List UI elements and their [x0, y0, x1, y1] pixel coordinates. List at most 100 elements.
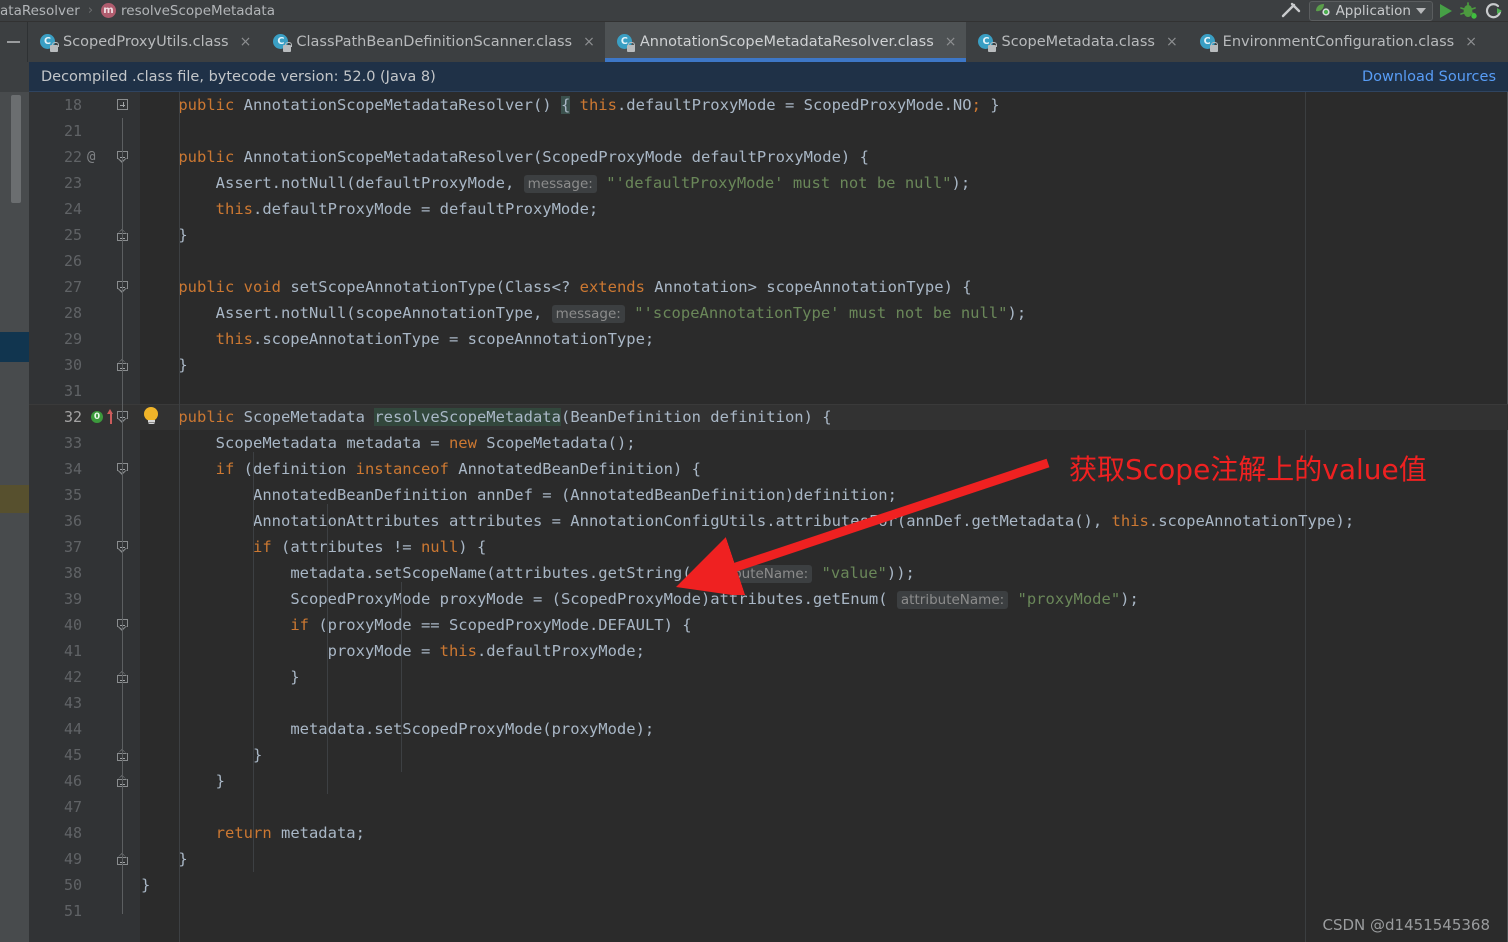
code-text[interactable]: ScopeMetadata metadata = new ScopeMetada…: [141, 430, 636, 456]
line-number: 25: [63, 226, 82, 244]
close-icon[interactable]: ×: [941, 35, 957, 49]
close-icon[interactable]: ×: [1461, 35, 1477, 49]
line-number: 39: [63, 590, 82, 608]
code-text[interactable]: AnnotationAttributes attributes = Annota…: [141, 508, 1354, 534]
close-icon[interactable]: ×: [236, 35, 252, 49]
overriding-method-icon[interactable]: [106, 409, 115, 425]
code-line[interactable]: 39 ScopedProxyMode proxyMode = (ScopedPr…: [29, 586, 1508, 612]
code-line[interactable]: 23 Assert.notNull(defaultProxyMode, mess…: [29, 170, 1508, 196]
editor-tab-label: EnvironmentConfiguration.class: [1222, 34, 1455, 50]
code-line[interactable]: 18 public AnnotationScopeMetadataResolve…: [29, 92, 1508, 118]
code-text[interactable]: if (attributes != null) {: [141, 534, 486, 560]
line-number: 21: [63, 122, 82, 140]
code-text[interactable]: if (proxyMode == ScopedProxyMode.DEFAULT…: [141, 612, 691, 638]
line-number: 45: [63, 746, 82, 764]
code-text[interactable]: AnnotatedBeanDefinition annDef = (Annota…: [141, 482, 897, 508]
code-line[interactable]: 31: [29, 378, 1508, 404]
code-line[interactable]: 46 }: [29, 768, 1508, 794]
code-text[interactable]: }: [141, 222, 187, 248]
code-line[interactable]: 45 }: [29, 742, 1508, 768]
breadcrumb-class[interactable]: ataResolver: [0, 3, 80, 19]
code-line[interactable]: 22 @ public AnnotationScopeMetadataResolv…: [29, 144, 1508, 170]
editor-tab-label: ScopedProxyUtils.class: [63, 34, 229, 50]
vertical-scrollbar-thumb[interactable]: [11, 95, 21, 203]
code-text[interactable]: }: [141, 846, 187, 872]
editor-tab[interactable]: C ClassPathBeanDefinitionScanner.class ×: [261, 22, 605, 62]
code-text[interactable]: public ScopeMetadata resolveScopeMetadat…: [141, 404, 832, 430]
code-line[interactable]: 27 public void setScopeAnnotationType(Cl…: [29, 274, 1508, 300]
chevron-down-icon[interactable]: [1416, 8, 1426, 14]
debug-icon[interactable]: [1459, 2, 1478, 20]
usage-count-badge[interactable]: 0: [91, 411, 103, 423]
code-text[interactable]: public AnnotationScopeMetadataResolver(S…: [141, 144, 869, 170]
code-text[interactable]: metadata.setScopedProxyMode(proxyMode);: [141, 716, 654, 742]
code-line[interactable]: 21: [29, 118, 1508, 144]
line-number: 29: [63, 330, 82, 348]
code-line[interactable]: 38 metadata.setScopeName(attributes.getS…: [29, 560, 1508, 586]
line-number: 51: [63, 902, 82, 920]
java-class-decompiled-icon: C: [1199, 34, 1219, 52]
chevron-right-icon: ›: [87, 3, 94, 18]
code-text[interactable]: Assert.notNull(defaultProxyMode, message…: [141, 170, 970, 196]
breadcrumb[interactable]: ataResolver › m resolveScopeMetadata: [0, 0, 275, 22]
editor-tab[interactable]: C ScopeMetadata.class ×: [966, 22, 1188, 62]
code-text[interactable]: proxyMode = this.defaultProxyMode;: [141, 638, 645, 664]
code-text[interactable]: metadata.setScopeName(attributes.getStri…: [141, 560, 915, 586]
breadcrumb-method[interactable]: resolveScopeMetadata: [121, 3, 275, 19]
code-text[interactable]: }: [141, 872, 150, 898]
editor-left-marker-strip[interactable]: [0, 92, 29, 942]
code-line[interactable]: 30 }: [29, 352, 1508, 378]
code-fold-plus-icon[interactable]: [117, 99, 128, 110]
marker-navy[interactable]: [0, 332, 29, 362]
hammer-icon[interactable]: [1280, 2, 1302, 20]
line-number: 23: [63, 174, 82, 192]
code-line[interactable]: 26: [29, 248, 1508, 274]
code-rows[interactable]: 18 public AnnotationScopeMetadataResolve…: [29, 92, 1508, 924]
code-line[interactable]: 49 }: [29, 846, 1508, 872]
annotation-gutter-mark: @: [87, 149, 96, 165]
code-line[interactable]: 51: [29, 898, 1508, 924]
code-line[interactable]: 47: [29, 794, 1508, 820]
code-editor[interactable]: 18 public AnnotationScopeMetadataResolve…: [29, 92, 1508, 942]
code-text[interactable]: }: [141, 352, 187, 378]
code-line[interactable]: 50}: [29, 872, 1508, 898]
code-text[interactable]: this.scopeAnnotationType = scopeAnnotati…: [141, 326, 655, 352]
annotation-label: 获取Scope注解上的value值: [1069, 453, 1427, 486]
code-text[interactable]: }: [141, 768, 225, 794]
code-text[interactable]: this.defaultProxyMode = defaultProxyMode…: [141, 196, 599, 222]
code-line[interactable]: 42 }: [29, 664, 1508, 690]
indent-guide: [327, 504, 328, 794]
code-line[interactable]: 48 return metadata;: [29, 820, 1508, 846]
collapse-tabs-button[interactable]: [0, 22, 28, 62]
code-line[interactable]: 28 Assert.notNull(scopeAnnotationType, m…: [29, 300, 1508, 326]
close-icon[interactable]: ×: [1162, 35, 1178, 49]
code-line[interactable]: 43: [29, 690, 1508, 716]
code-line[interactable]: 41 proxyMode = this.defaultProxyMode;: [29, 638, 1508, 664]
download-sources-link[interactable]: Download Sources: [1362, 69, 1508, 85]
code-text[interactable]: if (definition instanceof AnnotatedBeanD…: [141, 456, 701, 482]
code-text[interactable]: public void setScopeAnnotationType(Class…: [141, 274, 971, 300]
code-line[interactable]: 36 AnnotationAttributes attributes = Ann…: [29, 508, 1508, 534]
rerun-icon[interactable]: [1485, 2, 1504, 20]
code-line[interactable]: 37 if (attributes != null) {: [29, 534, 1508, 560]
editor-tab[interactable]: C AnnotationScopeMetadataResolver.class ×: [604, 22, 967, 62]
editor-tab[interactable]: C EnvironmentConfiguration.class ×: [1187, 22, 1487, 62]
code-line[interactable]: 44 metadata.setScopedProxyMode(proxyMode…: [29, 716, 1508, 742]
code-text[interactable]: }: [141, 664, 299, 690]
code-line[interactable]: 24 this.defaultProxyMode = defaultProxyM…: [29, 196, 1508, 222]
code-text[interactable]: }: [141, 742, 262, 768]
code-text[interactable]: Assert.notNull(scopeAnnotationType, mess…: [141, 300, 1026, 326]
editor-tab[interactable]: C ScopedProxyUtils.class ×: [28, 22, 262, 62]
code-line[interactable]: 40 if (proxyMode == ScopedProxyMode.DEFA…: [29, 612, 1508, 638]
close-icon[interactable]: ×: [579, 35, 595, 49]
marker-olive[interactable]: [0, 485, 29, 513]
code-line[interactable]: 25 }: [29, 222, 1508, 248]
code-text[interactable]: ScopedProxyMode proxyMode = (ScopedProxy…: [141, 586, 1139, 612]
code-line[interactable]: 32 0 public ScopeMetadata resolveScopeMet…: [29, 404, 1508, 430]
line-number: 32: [63, 408, 82, 426]
code-text[interactable]: public AnnotationScopeMetadataResolver()…: [141, 92, 1000, 118]
code-line[interactable]: 29 this.scopeAnnotationType = scopeAnnot…: [29, 326, 1508, 352]
run-icon[interactable]: [1440, 4, 1452, 18]
run-configuration-selector[interactable]: Application: [1308, 1, 1433, 21]
decompiled-file-banner: Decompiled .class file, bytecode version…: [29, 62, 1508, 92]
